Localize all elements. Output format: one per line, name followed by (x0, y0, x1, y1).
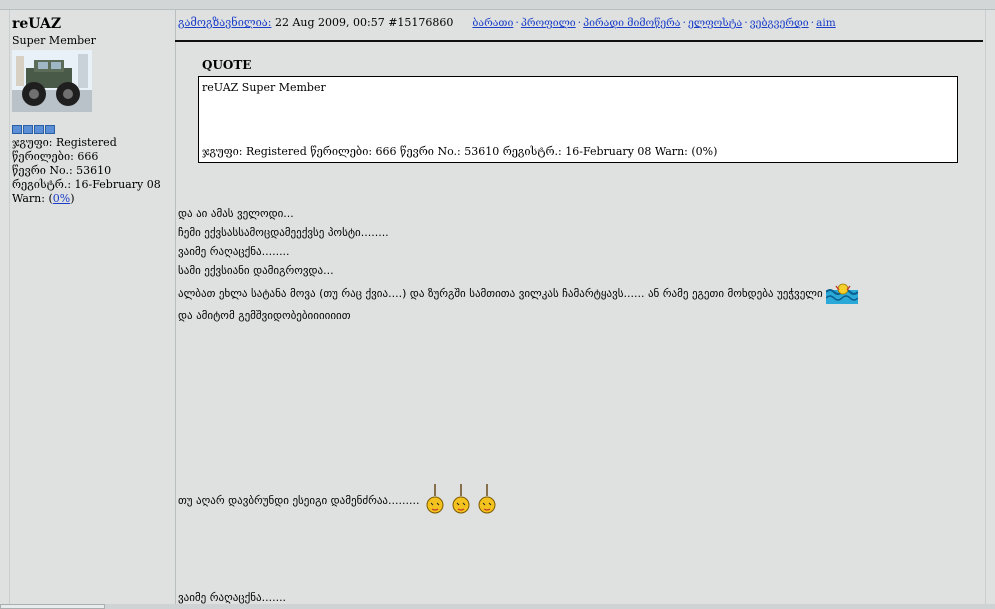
rank-pip-icon (45, 125, 55, 134)
user-warn: Warn: (0%) (12, 192, 75, 205)
message-line-with-emotes: თუ აღარ დავბრუნდი ესეიგი დამენძრაა......… (178, 484, 497, 516)
quote-box: reUAZ Super Member ჯგუფი: Registered წერ… (198, 76, 958, 163)
message-line: ვაიმე რაღაცქნა....... (178, 591, 287, 604)
post-body-area: გამოგზავნილია: 22 Aug 2009, 00:57 #15176… (175, 10, 986, 609)
website-link[interactable]: ვებგვერდი (750, 17, 809, 29)
message-line: ვაიმე რაღაცქნა........ (178, 245, 290, 258)
user-posts: წერილები: 666 (12, 150, 99, 163)
post-header: გამოგზავნილია: 22 Aug 2009, 00:57 #15176… (178, 16, 836, 29)
drowning-wave-icon (825, 283, 858, 304)
quote-top-text: reUAZ Super Member (202, 81, 326, 94)
post-message: და აი ამას ველოდი... ჩემი ექვსასსამოცდამ… (178, 204, 858, 325)
message-line: თუ აღარ დავბრუნდი ესეიგი დამენძრაა......… (178, 493, 420, 507)
user-info: ჯგუფი: Registered წერილები: 666 წევრი No… (12, 136, 161, 206)
email-link[interactable]: ელფოსტა (688, 17, 742, 29)
quote-bottom-text: ჯგუფი: Registered წერილები: 666 წევრი No… (202, 145, 718, 158)
user-group: ჯგუფი: Registered (12, 136, 117, 149)
message-line: ალბათ ეხლა სატანა მოვა (თუ რაც ქვია....)… (178, 286, 823, 300)
profile-link[interactable]: პროფილი (521, 17, 576, 29)
hanging-smiley-icon (478, 484, 496, 514)
user-avatar (12, 50, 92, 112)
header-divider (175, 40, 983, 42)
private-message-link[interactable]: პირადი მიმოწერა (583, 17, 680, 29)
post-id: #15176860 (388, 16, 454, 29)
user-registered: რეგისტრ.: 16-February 08 (12, 178, 161, 191)
warn-link[interactable]: 0% (53, 192, 70, 205)
rank-pip-icon (34, 125, 44, 134)
user-sidebar: reUAZ Super Member ჯგუფი: Registered წერ… (9, 10, 176, 609)
post-user-links: ბარათი · პროფილი · პირადი მიმოწერა · ელფოსტა · ვ… (472, 16, 836, 29)
card-link[interactable]: ბარათი (472, 17, 513, 29)
message-line: ჩემი ექვსასსამოცდამეექვსე პოსტი........ (178, 226, 389, 239)
top-strip (0, 0, 995, 10)
message-line: სამი ექვსიანი დამიგროვდა... (178, 264, 334, 277)
hanging-smiley-icon (452, 484, 470, 514)
hanging-smiley-icon (426, 484, 444, 514)
user-member-no: წევრი No.: 53610 (12, 164, 112, 177)
horizontal-scrollbar[interactable] (0, 604, 995, 609)
rank-pip-icon (23, 125, 33, 134)
posted-label-link[interactable]: გამოგზავნილია: (178, 16, 271, 29)
message-line-with-emote: ალბათ ეხლა სატანა მოვა (თუ რაც ქვია....)… (178, 280, 858, 306)
quote-label: QUOTE (202, 58, 252, 72)
rank-pips (12, 125, 55, 134)
aim-link[interactable]: aim (816, 17, 836, 29)
user-rank: Super Member (12, 34, 96, 47)
rank-pip-icon (12, 125, 22, 134)
post-date: 22 Aug 2009, 00:57 (274, 16, 385, 29)
username[interactable]: reUAZ (12, 16, 61, 32)
message-line: და აი ამას ველოდი... (178, 207, 294, 220)
scrollbar-thumb[interactable] (0, 604, 105, 609)
message-line: და ამიტომ გემშვიდობებიიიიიით (178, 309, 351, 322)
